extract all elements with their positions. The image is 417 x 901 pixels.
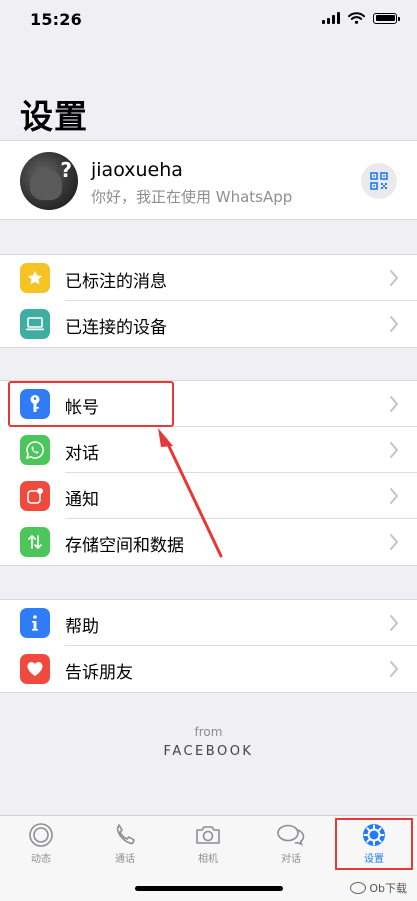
- tell-friend-row[interactable]: 告诉朋友: [0, 646, 417, 692]
- chevron-right-icon: [390, 488, 399, 504]
- row-label: 对话: [65, 444, 99, 464]
- phone-icon: [116, 824, 135, 845]
- home-indicator[interactable]: [135, 886, 283, 891]
- tab-label: 对话: [281, 854, 301, 865]
- starred-messages-row[interactable]: 已标注的消息: [0, 255, 417, 301]
- status-time: 15:26: [30, 10, 82, 29]
- chevron-right-icon: [390, 615, 399, 631]
- tab-bar: 动态 通话 相机 对话 设置 Ob下载: [0, 815, 417, 901]
- wifi-icon: [348, 12, 365, 24]
- settings-group-3: 帮助 告诉朋友: [0, 599, 417, 693]
- avatar[interactable]: ?: [20, 152, 78, 210]
- tab-status[interactable]: 动态: [6, 820, 76, 872]
- camera-icon: [196, 826, 220, 844]
- row-label: 帮助: [65, 617, 99, 637]
- signal-icon: [322, 12, 340, 24]
- heart-icon: [20, 654, 50, 684]
- chats-row[interactable]: 对话: [0, 427, 417, 473]
- whatsapp-icon: [20, 435, 50, 465]
- tab-label: 动态: [31, 854, 51, 865]
- annotation-tab-highlight: [335, 818, 413, 870]
- chevron-right-icon: [390, 442, 399, 458]
- qr-code-icon: [370, 172, 388, 190]
- profile-row[interactable]: ? jiaoxueha 你好，我正在使用 WhatsApp: [0, 140, 417, 220]
- chevron-right-icon: [390, 316, 399, 332]
- chevron-right-icon: [390, 534, 399, 550]
- star-icon: [20, 263, 50, 293]
- linked-devices-row[interactable]: 已连接的设备: [0, 301, 417, 347]
- watermark-text: Ob下载: [369, 882, 407, 895]
- battery-icon: [373, 12, 400, 24]
- footer-brand: FACEBOOK: [163, 744, 254, 759]
- chat-bubbles-icon: [277, 824, 305, 846]
- status-icon: [29, 823, 53, 847]
- tab-label: 通话: [115, 854, 135, 865]
- annotation-highlight-box: [8, 381, 174, 427]
- help-row[interactable]: 帮助: [0, 600, 417, 646]
- laptop-icon: [20, 309, 50, 339]
- watermark-logo-icon: [350, 882, 367, 894]
- tab-calls[interactable]: 通话: [90, 820, 160, 872]
- status-icons: [322, 12, 400, 24]
- row-label: 通知: [65, 490, 99, 510]
- tab-camera[interactable]: 相机: [173, 820, 243, 872]
- page-title: 设置: [20, 97, 88, 136]
- info-icon: [20, 608, 50, 638]
- arrows-updown-icon: [20, 527, 50, 557]
- storage-data-row[interactable]: 存储空间和数据: [0, 519, 417, 565]
- profile-name: jiaoxueha: [91, 159, 183, 181]
- notification-icon: [20, 481, 50, 511]
- watermark: Ob下载: [350, 880, 407, 896]
- settings-group-1: 已标注的消息 已连接的设备: [0, 254, 417, 348]
- notifications-row[interactable]: 通知: [0, 473, 417, 519]
- qr-code-button[interactable]: [361, 163, 397, 199]
- chevron-right-icon: [390, 270, 399, 286]
- profile-status: 你好，我正在使用 WhatsApp: [91, 188, 293, 206]
- row-label: 已连接的设备: [65, 318, 167, 338]
- row-label: 存储空间和数据: [65, 536, 184, 556]
- status-bar: 15:26: [0, 0, 417, 44]
- row-label: 告诉朋友: [65, 663, 133, 683]
- chevron-right-icon: [390, 661, 399, 677]
- chevron-right-icon: [390, 396, 399, 412]
- footer-from: from: [194, 725, 223, 739]
- tab-label: 相机: [198, 854, 218, 865]
- tab-chats[interactable]: 对话: [256, 820, 326, 872]
- row-label: 已标注的消息: [65, 272, 167, 292]
